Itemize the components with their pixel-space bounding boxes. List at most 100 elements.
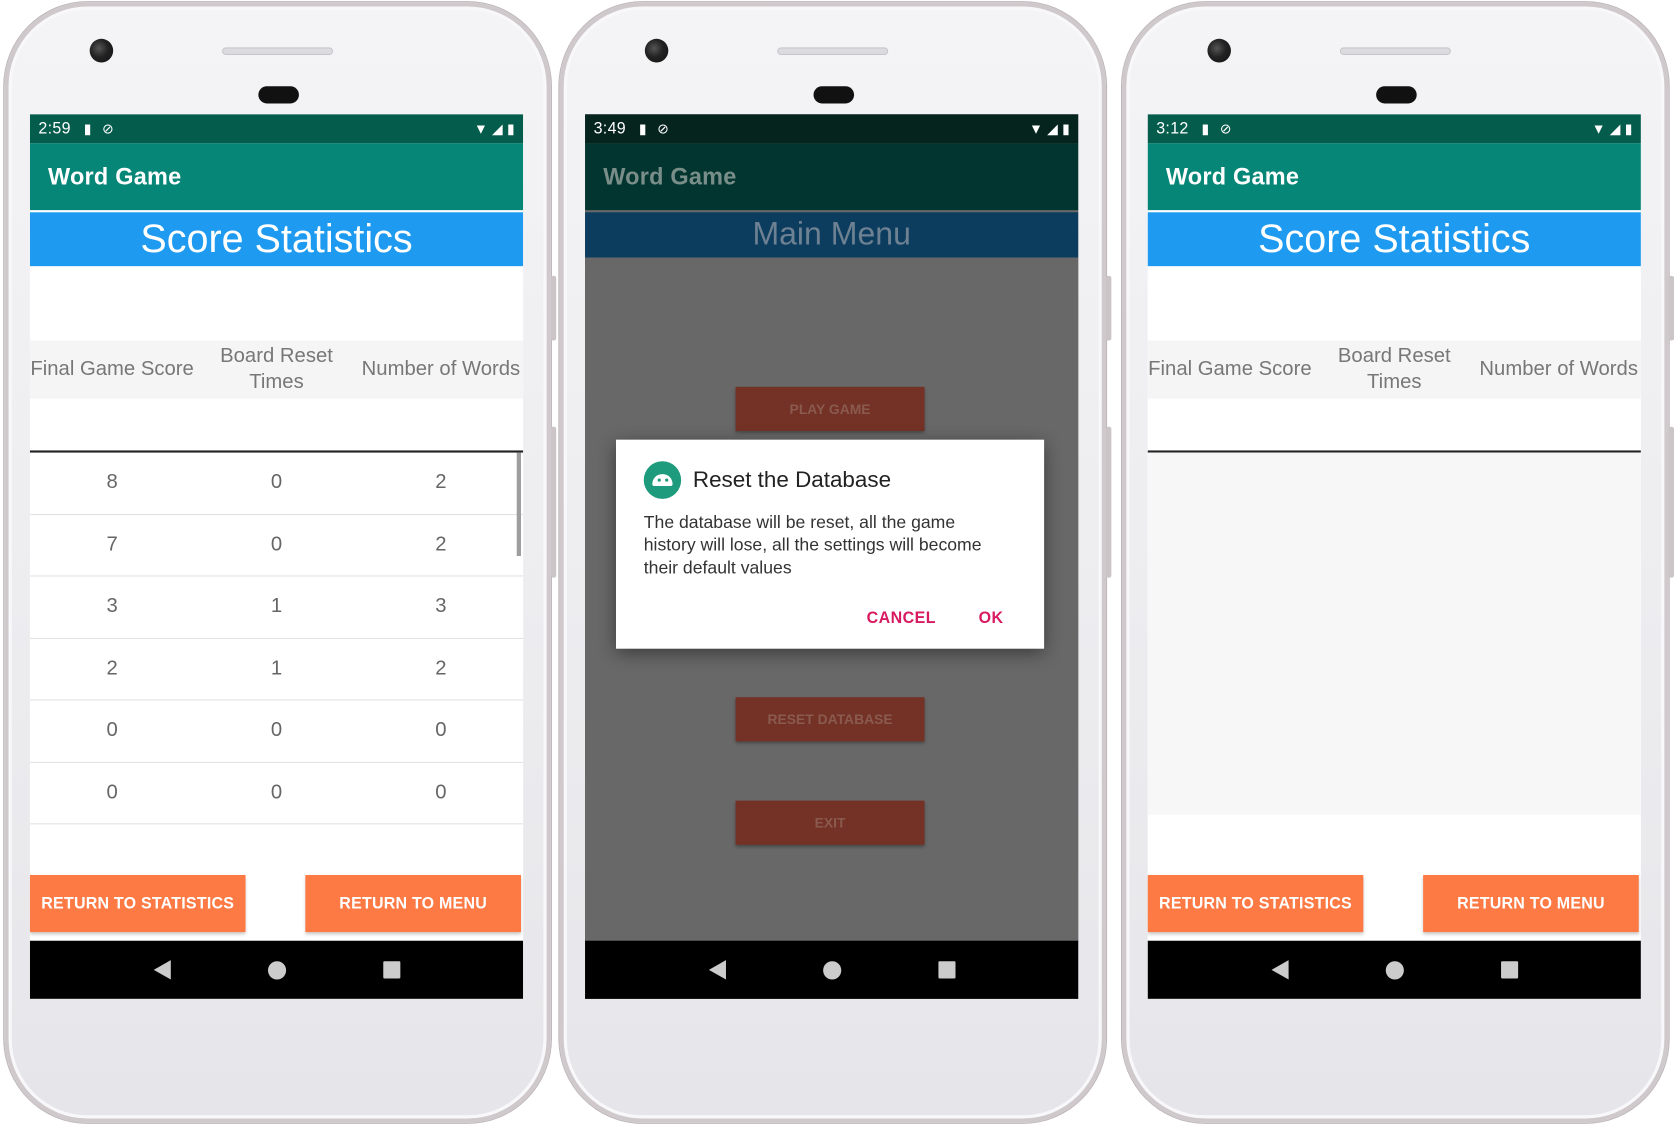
play-game-button[interactable]: PLAY GAME — [735, 386, 925, 432]
empty-score-list — [1147, 452, 1641, 815]
exit-button[interactable]: EXIT — [735, 800, 925, 845]
table-row: 2 1 2 — [29, 638, 524, 701]
back-icon[interactable] — [153, 960, 171, 980]
sync-disabled-icon: ⊘ — [102, 120, 114, 137]
volume-button — [1668, 275, 1674, 341]
sd-card-icon: ▮ — [638, 120, 647, 137]
score-list[interactable]: 8 0 2 7 0 2 3 1 3 2 1 2 0 0 0 0 0 0 — [29, 453, 524, 825]
table-header: Final Game Score Board Reset Times Numbe… — [1147, 340, 1641, 399]
cell-score: 0 — [106, 780, 118, 804]
front-camera-icon — [644, 38, 669, 63]
artboard: 2:59 ▮ ⊘ ▼ ◢ ▮ Word Game Score Statistic… — [0, 0, 1674, 1125]
cell-words: 0 — [435, 719, 447, 742]
cell-score: 3 — [106, 595, 118, 618]
battery-icon: ▮ — [1062, 120, 1070, 137]
cell-score: 8 — [106, 471, 118, 494]
battery-icon: ▮ — [506, 120, 515, 137]
cell-score: 7 — [106, 533, 118, 556]
cell-reset: 0 — [270, 780, 283, 804]
status-bar: 3:12 ▮ ⊘ ▼ ◢ ▮ — [1147, 114, 1641, 144]
cell-score: 0 — [106, 719, 118, 742]
table-header: Final Game Score Board Reset Times Numbe… — [29, 340, 524, 399]
front-camera-icon — [89, 38, 114, 63]
status-time: 3:12 — [1156, 119, 1189, 138]
sd-card-icon: ▮ — [83, 120, 92, 137]
signal-icon: ◢ — [1047, 120, 1058, 137]
cell-reset: 0 — [270, 471, 283, 494]
app-title: Word Game — [1165, 162, 1300, 190]
signal-icon: ◢ — [491, 120, 503, 137]
recents-icon[interactable] — [937, 961, 955, 979]
sd-card-icon: ▮ — [1201, 120, 1210, 137]
table-row: 0 0 0 — [29, 700, 524, 763]
status-time: 3:49 — [593, 119, 627, 138]
home-icon[interactable] — [1385, 960, 1404, 979]
column-header-final-score: Final Game Score — [30, 357, 194, 381]
return-to-menu-button[interactable]: RETURN TO MENU — [1423, 875, 1639, 933]
status-time: 2:59 — [38, 119, 71, 138]
screen: 3:12 ▮ ⊘ ▼ ◢ ▮ Word Game Score Statistic… — [1147, 114, 1641, 999]
phone-frame-empty-statistics: 3:12 ▮ ⊘ ▼ ◢ ▮ Word Game Score Statistic… — [1122, 2, 1674, 1123]
recents-icon[interactable] — [1500, 961, 1518, 979]
cell-reset: 0 — [270, 533, 283, 556]
cell-words: 3 — [435, 595, 447, 618]
cell-words: 0 — [435, 780, 447, 804]
return-to-statistics-button[interactable]: RETURN TO STATISTICS — [1147, 875, 1364, 933]
screen: 2:59 ▮ ⊘ ▼ ◢ ▮ Word Game Score Statistic… — [29, 114, 524, 999]
app-bar: Word Game — [1147, 143, 1641, 211]
system-nav-bar — [585, 940, 1079, 999]
cancel-button[interactable]: CANCEL — [867, 609, 936, 627]
scrollbar[interactable] — [516, 452, 521, 557]
android-icon — [643, 461, 682, 499]
column-header-word-count: Number of Words — [361, 357, 521, 381]
page-title: Main Menu — [585, 212, 1079, 258]
signal-icon: ◢ — [1609, 120, 1621, 137]
wifi-icon: ▼ — [473, 120, 488, 137]
earpiece-speaker — [777, 47, 889, 55]
sync-disabled-icon: ⊘ — [1219, 120, 1232, 137]
volume-button — [550, 275, 557, 341]
proximity-sensor — [258, 86, 299, 104]
column-header-final-score: Final Game Score — [1148, 357, 1312, 381]
proximity-sensor — [813, 86, 855, 104]
reset-database-button[interactable]: RESET DATABASE — [735, 697, 925, 742]
page-title: Score Statistics — [29, 212, 524, 267]
dialog-message: The database will be reset, all the game… — [643, 512, 982, 578]
earpiece-speaker — [222, 47, 334, 55]
system-nav-bar — [29, 940, 524, 999]
button-row: RETURN TO STATISTICS RETURN TO MENU — [29, 875, 523, 934]
table-row: 0 0 0 — [29, 762, 524, 825]
column-header-board-reset: Board Reset Times — [220, 344, 333, 394]
table-row: 3 1 3 — [29, 577, 524, 639]
front-camera-icon — [1207, 38, 1231, 63]
home-icon[interactable] — [267, 960, 286, 979]
app-title: Word Game — [48, 162, 182, 190]
recents-icon[interactable] — [382, 961, 400, 979]
wifi-icon: ▼ — [1029, 120, 1043, 137]
back-icon[interactable] — [1270, 960, 1289, 980]
volume-button — [1106, 275, 1112, 341]
screen: 3:49 ▮ ⊘ ▼ ◢ ▮ Word Game Main Menu PLAY … — [585, 114, 1079, 999]
reset-database-dialog: Reset the Database The database will be … — [616, 439, 1045, 649]
column-header-word-count: Number of Words — [1479, 357, 1638, 381]
phone-frame-statistics: 2:59 ▮ ⊘ ▼ ◢ ▮ Word Game Score Statistic… — [4, 2, 557, 1123]
earpiece-speaker — [1339, 47, 1451, 55]
return-to-statistics-button[interactable]: RETURN TO STATISTICS — [29, 875, 246, 933]
back-icon[interactable] — [708, 960, 726, 980]
status-bar: 3:49 ▮ ⊘ ▼ ◢ ▮ — [585, 114, 1079, 144]
return-to-menu-button[interactable]: RETURN TO MENU — [305, 875, 521, 933]
home-icon[interactable] — [822, 960, 841, 979]
table-row: 8 0 2 — [29, 453, 524, 515]
power-button — [1106, 426, 1112, 578]
app-bar: Word Game — [29, 143, 524, 211]
wifi-icon: ▼ — [1591, 120, 1606, 137]
phone-frame-main-menu: 3:49 ▮ ⊘ ▼ ◢ ▮ Word Game Main Menu PLAY … — [559, 2, 1112, 1123]
cell-score: 2 — [106, 657, 118, 680]
cell-reset: 1 — [270, 595, 283, 618]
app-bar: Word Game — [585, 143, 1079, 211]
column-header-board-reset: Board Reset Times — [1337, 344, 1451, 394]
cell-words: 2 — [435, 471, 447, 494]
power-button — [550, 426, 557, 578]
ok-button[interactable]: OK — [979, 609, 1004, 627]
status-bar: 2:59 ▮ ⊘ ▼ ◢ ▮ — [29, 114, 524, 144]
